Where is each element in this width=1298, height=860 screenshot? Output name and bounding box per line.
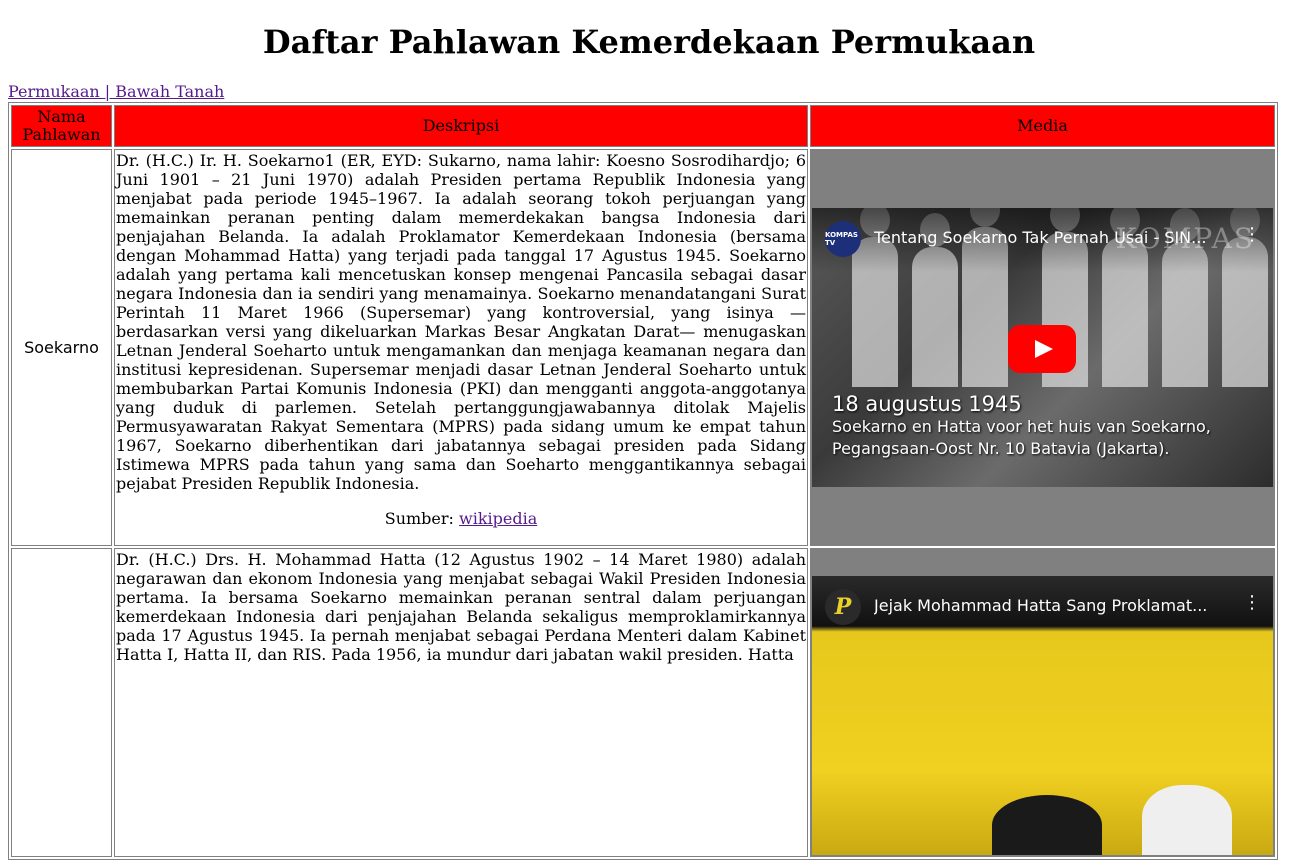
channel-avatar-icon[interactable]: KOMPAS TV bbox=[825, 221, 861, 257]
channel-avatar-icon[interactable]: P bbox=[825, 589, 861, 625]
more-vertical-icon[interactable]: ⋮ bbox=[1243, 226, 1261, 244]
hero-description-cell: Dr. (H.C.) Ir. H. Soekarno1 (ER, EYD: Su… bbox=[114, 149, 808, 546]
video-title[interactable]: Jejak Mohammad Hatta Sang Proklamat... bbox=[874, 596, 1233, 615]
table-row: Dr. (H.C.) Drs. H. Mohammad Hatta (12 Ag… bbox=[11, 548, 1275, 857]
media-cell: P Jejak Mohammad Hatta Sang Proklamat...… bbox=[810, 548, 1275, 857]
hero-description-cell: Dr. (H.C.) Drs. H. Mohammad Hatta (12 Ag… bbox=[114, 548, 808, 857]
hero-description: Dr. (H.C.) Ir. H. Soekarno1 (ER, EYD: Su… bbox=[116, 151, 806, 493]
video-embed[interactable]: KOMPAS KOMPAS TV Tentang Soekarno Tak Pe… bbox=[812, 208, 1273, 487]
source-link-wikipedia[interactable]: wikipedia bbox=[459, 509, 537, 528]
video-caption-line1: 18 augustus 1945 bbox=[832, 392, 1022, 416]
video-embed[interactable]: P Jejak Mohammad Hatta Sang Proklamat...… bbox=[812, 576, 1273, 855]
video-thumbnail-portrait bbox=[1142, 785, 1232, 855]
page: Daftar Pahlawan Kemerdekaan Permukaan Pe… bbox=[0, 0, 1298, 860]
video-caption: 18 augustus 1945 Soekarno en Hatta voor … bbox=[832, 392, 1211, 460]
nav-bar: Permukaan | Bawah Tanah bbox=[8, 82, 1290, 102]
source-label: Sumber: bbox=[384, 509, 454, 528]
media-cell: KOMPAS KOMPAS TV Tentang Soekarno Tak Pe… bbox=[810, 149, 1275, 546]
header-deskripsi: Deskripsi bbox=[114, 105, 808, 147]
source-line: Sumber: wikipedia bbox=[116, 509, 806, 528]
hero-description: Dr. (H.C.) Drs. H. Mohammad Hatta (12 Ag… bbox=[116, 550, 806, 664]
video-caption-line2: Soekarno en Hatta voor het huis van Soek… bbox=[832, 417, 1211, 436]
header-nama-pahlawan: Nama Pahlawan bbox=[11, 105, 112, 147]
page-title: Daftar Pahlawan Kemerdekaan Permukaan bbox=[262, 23, 1036, 61]
table-row: Soekarno Dr. (H.C.) Ir. H. Soekarno1 (ER… bbox=[11, 149, 1275, 546]
video-caption-line3: Pegangsaan-Oost Nr. 10 Batavia (Jakarta)… bbox=[832, 439, 1170, 458]
hero-name: Soekarno bbox=[11, 149, 112, 546]
play-icon[interactable] bbox=[1008, 325, 1076, 373]
heroes-table: Nama Pahlawan Deskripsi Media Soekarno D… bbox=[8, 102, 1278, 860]
video-thumbnail-portrait bbox=[992, 795, 1102, 855]
table-header-row: Nama Pahlawan Deskripsi Media bbox=[11, 105, 1275, 147]
video-title[interactable]: Tentang Soekarno Tak Pernah Usai - SIN..… bbox=[874, 228, 1233, 247]
hero-name bbox=[11, 548, 112, 857]
header-media: Media bbox=[810, 105, 1275, 147]
nav-link-permukaan-bawah-tanah[interactable]: Permukaan | Bawah Tanah bbox=[8, 82, 224, 101]
more-vertical-icon[interactable]: ⋮ bbox=[1243, 594, 1261, 612]
